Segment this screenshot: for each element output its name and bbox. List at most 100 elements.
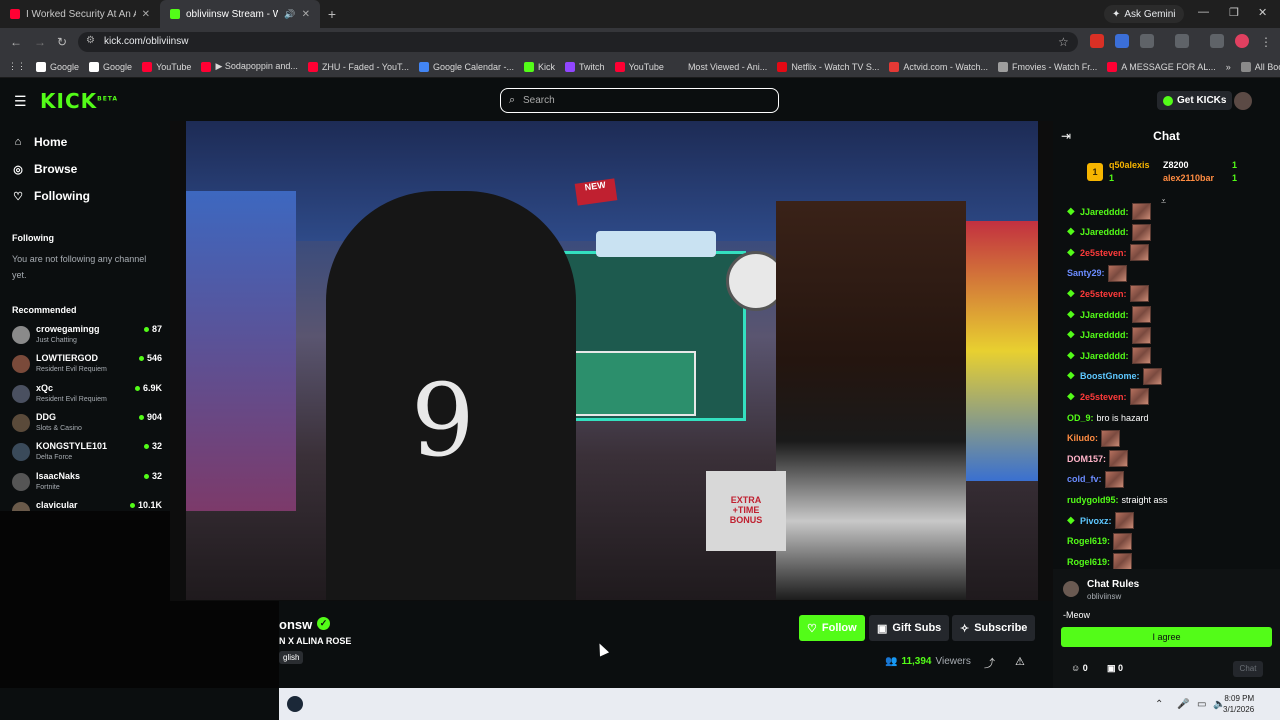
emote-image — [1131, 203, 1151, 220]
recommended-channel[interactable]: xQc Resident Evil Requiem 6.9K — [12, 381, 162, 407]
bookmarks-overflow-icon[interactable]: » — [1221, 62, 1236, 72]
chat-username[interactable]: JJaredddd: — [1080, 351, 1129, 361]
bookmark-item[interactable]: Google Calendar -... — [414, 61, 519, 72]
bookmark-item[interactable]: Twitch — [560, 61, 610, 72]
gift-button[interactable]: ▣ 0 — [1107, 663, 1123, 674]
chat-username[interactable]: Pivoxz: — [1080, 516, 1112, 526]
new-tab-button[interactable]: + — [320, 6, 344, 22]
cast-icon[interactable] — [1175, 34, 1189, 48]
kick-logo[interactable]: KICKBETA — [40, 89, 118, 113]
report-icon[interactable]: ⚠ — [1015, 655, 1025, 668]
chat-username[interactable]: BoostGnome: — [1080, 371, 1140, 381]
forward-icon[interactable]: → — [34, 35, 46, 49]
steam-icon[interactable] — [287, 696, 303, 712]
sub-badge-icon: ◆ — [1067, 205, 1075, 217]
chat-username[interactable]: Kiludo: — [1067, 433, 1098, 443]
close-tab-icon[interactable]: ✕ — [142, 9, 150, 20]
minimize-icon[interactable]: — — [1198, 6, 1209, 18]
chat-username[interactable]: DOM157: — [1067, 454, 1106, 464]
media-icon[interactable] — [1210, 34, 1224, 48]
back-icon[interactable]: ← — [10, 35, 22, 49]
chat-expand-icon[interactable]: ⩡ — [1161, 196, 1166, 207]
chat-username[interactable]: 2e5steven: — [1080, 289, 1127, 299]
site-info-icon[interactable]: ⚙ — [86, 35, 95, 46]
language-tag[interactable]: glish — [279, 651, 304, 664]
chat-username[interactable]: cold_fv: — [1067, 474, 1102, 484]
share-icon[interactable]: ⤴ — [984, 655, 995, 671]
bookmark-item[interactable]: Netflix - Watch TV S... — [772, 61, 884, 72]
apps-icon[interactable]: ⋮⋮ — [0, 61, 31, 72]
close-tab-icon[interactable]: ✕ — [302, 9, 310, 20]
browser-tab-active[interactable]: obliviinsw Stream - Watch 🔊 ✕ — [160, 0, 320, 28]
emote-image — [1109, 450, 1129, 468]
user-avatar[interactable] — [1234, 92, 1252, 110]
chat-message: ◆ JJaredddd: — [1067, 223, 1151, 242]
kick-favicon-icon — [170, 9, 180, 19]
recommended-channel[interactable]: LOWTIERGOD Resident Evil Requiem 546 — [12, 351, 162, 377]
ask-gemini-button[interactable]: ✦ Ask Gemini — [1104, 5, 1184, 23]
subscribe-button[interactable]: ✧ Subscribe — [952, 615, 1036, 641]
chat-username[interactable]: OD_9: — [1067, 413, 1094, 423]
bookmark-item[interactable]: A MESSAGE FOR AL... — [1102, 61, 1221, 72]
bookmark-item[interactable]: Most Viewed - Ani... — [669, 61, 772, 72]
reload-icon[interactable]: ↻ — [57, 35, 67, 49]
sidebar-item-following[interactable]: ♡ Following — [12, 189, 90, 203]
system-clock[interactable]: 8:09 PM 3/1/2026 — [1223, 693, 1254, 715]
chat-username[interactable]: Rogel619: — [1067, 536, 1110, 546]
chat-username[interactable]: rudygold95: — [1067, 495, 1119, 505]
bookmark-item[interactable]: Actvid.com - Watch... — [884, 61, 993, 72]
search-input[interactable]: ⌕ Search — [500, 88, 779, 113]
tray-chevron-icon[interactable]: ⌃ — [1155, 699, 1163, 710]
profile-icon[interactable] — [1235, 34, 1249, 48]
extension-icon[interactable] — [1090, 34, 1104, 48]
network-icon[interactable]: ▭ — [1197, 699, 1206, 710]
recommended-channel[interactable]: KONGSTYLE101 Delta Force 32 — [12, 439, 162, 465]
person-right — [776, 201, 966, 600]
chat-send-button[interactable]: Chat — [1233, 661, 1263, 677]
video-player[interactable]: 9 EXTRA +TIME BONUS NEW — [186, 121, 1038, 600]
bookmark-item[interactable]: YouTube — [137, 61, 196, 72]
browser-tab[interactable]: I Worked Security At An Aband ✕ — [0, 0, 160, 28]
get-kicks-button[interactable]: Get KICKs — [1157, 91, 1233, 110]
close-window-icon[interactable]: ✕ — [1258, 6, 1267, 19]
bookmark-item[interactable]: Google — [31, 61, 84, 72]
chat-username[interactable]: 2e5steven: — [1080, 392, 1127, 402]
emote-icon: ☺ — [1071, 663, 1081, 673]
bookmark-item[interactable]: ZHU - Faded - YouT... — [303, 61, 414, 72]
omnibox[interactable]: ⚙ kick.com/obliviinsw — [78, 32, 1078, 52]
extensions-puzzle-icon[interactable] — [1140, 34, 1154, 48]
chat-username[interactable]: JJaredddd: — [1080, 227, 1129, 237]
channel-name[interactable]: onsw — [279, 617, 312, 632]
speaker-icon[interactable]: 🔊 — [284, 9, 295, 20]
agree-button[interactable]: I agree — [1061, 627, 1272, 647]
gift-subs-button[interactable]: ▣ Gift Subs — [869, 615, 950, 641]
hamburger-menu-icon[interactable]: ☰ — [14, 93, 27, 110]
chat-username[interactable]: Rogel619: — [1067, 557, 1110, 567]
bookmark-favicon-icon — [307, 61, 318, 72]
recommended-channel[interactable]: DDG Slots & Casino 904 — [12, 410, 162, 436]
chat-username[interactable]: Santy29: — [1067, 268, 1105, 278]
gift-leaderboard: 1 q50alexis 1 Z8200 1 alex2110bar 1 — [1053, 155, 1280, 195]
bookmark-item[interactable]: ▶ Sodapoppin and... — [196, 61, 303, 72]
follow-button[interactable]: ♡ Follow — [799, 615, 865, 641]
sidebar-item-browse[interactable]: ◎ Browse — [12, 162, 77, 176]
extension-icon[interactable] — [1115, 34, 1129, 48]
chat-panel: ⇥ Chat 1 q50alexis 1 Z8200 1 alex2110bar… — [1053, 121, 1280, 688]
bookmark-item[interactable]: Kick — [519, 61, 560, 72]
bookmark-item[interactable]: Google — [84, 61, 137, 72]
chat-username[interactable]: JJaredddd: — [1080, 310, 1129, 320]
chat-username[interactable]: 2e5steven: — [1080, 248, 1127, 258]
restore-icon[interactable]: ❐ — [1229, 6, 1239, 19]
bookmark-item[interactable]: Fmovies - Watch Fr... — [993, 61, 1102, 72]
chat-username[interactable]: JJaredddd: — [1080, 330, 1129, 340]
chat-username[interactable]: JJaredddd: — [1080, 207, 1129, 217]
bookmark-item[interactable]: YouTube — [610, 61, 669, 72]
bookmark-star-icon[interactable]: ☆ — [1058, 35, 1069, 49]
emote-button[interactable]: ☺ 0 — [1071, 663, 1088, 673]
menu-dots-icon[interactable]: ⋮ — [1260, 35, 1272, 49]
recommended-channel[interactable]: crowegamingg Just Chatting 87 — [12, 322, 162, 348]
all-bookmarks-button[interactable]: All Bookmarks — [1236, 61, 1280, 72]
sidebar-item-home[interactable]: ⌂ Home — [12, 135, 68, 149]
recommended-channel[interactable]: IsaacNaks Fortnite 32 — [12, 469, 162, 495]
microphone-icon[interactable]: 🎤 — [1177, 699, 1189, 710]
